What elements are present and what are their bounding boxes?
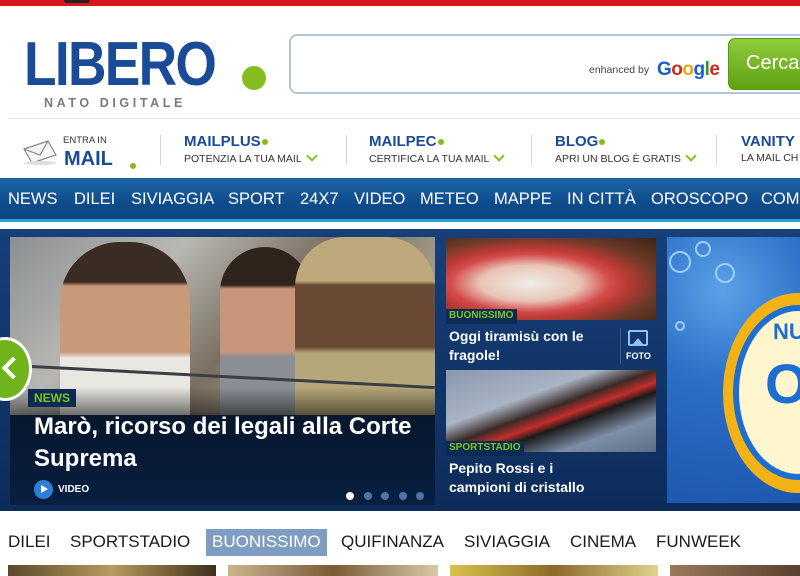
- advertisement-banner[interactable]: NU O: [667, 237, 800, 503]
- ad-bubble: [669, 251, 691, 273]
- main-nav: NEWS DILEI SIVIAGGIA SPORT 24X7 VIDEO ME…: [0, 178, 800, 222]
- story-category-tag[interactable]: NEWS: [28, 389, 76, 407]
- ad-bubble: [695, 241, 711, 257]
- thumbnail[interactable]: [670, 565, 800, 576]
- side-story-card[interactable]: BUONISSIMO Oggi tiramisù con le fragole!…: [446, 238, 656, 366]
- divider: [346, 135, 347, 165]
- logo-tagline: NATO DIGITALE: [44, 96, 186, 110]
- nav-item[interactable]: COM: [761, 190, 800, 209]
- nav-item[interactable]: DILEI: [74, 190, 115, 209]
- mail-big-label: MAIL: [64, 148, 113, 170]
- divider: [620, 328, 621, 364]
- chevron-down-icon: [685, 150, 697, 162]
- thumbnail-strip: [0, 565, 800, 576]
- category-tab[interactable]: SIVIAGGIA: [458, 529, 556, 556]
- search-box: enhanced by Google: [289, 34, 800, 94]
- service-mailpec[interactable]: MAILPEC CERTIFICA LA TUA MAIL: [369, 133, 506, 173]
- divider: [160, 135, 161, 165]
- nav-item[interactable]: VIDEO: [354, 190, 405, 209]
- nav-item[interactable]: SPORT: [228, 190, 285, 209]
- ad-bubble: [715, 263, 735, 283]
- thumbnail[interactable]: [8, 565, 216, 576]
- services-bar: ENTRA IN MAIL MAILPLUS POTENZIA LA TUA M…: [8, 118, 800, 178]
- top-bar-mark: [64, 0, 90, 3]
- ad-bubble: [675, 321, 685, 331]
- divider: [716, 135, 717, 165]
- photo-icon: [628, 330, 648, 346]
- tiramisu-image: [446, 238, 656, 320]
- carousel-dot[interactable]: [364, 492, 372, 500]
- thumbnail[interactable]: [450, 565, 658, 576]
- foto-label: FOTO: [626, 351, 651, 361]
- nav-item[interactable]: IN CITTÀ: [567, 190, 636, 209]
- envelope-icon: [23, 140, 57, 165]
- photo-gallery-link[interactable]: FOTO: [620, 328, 656, 364]
- service-blog[interactable]: BLOG APRI UN BLOG È GRATIS: [555, 133, 697, 173]
- card-category-tag: SPORTSTADIO: [446, 441, 525, 456]
- chevron-down-icon: [306, 150, 318, 162]
- main-headline[interactable]: Marò, ricorso dei legali alla Corte Supr…: [34, 411, 424, 475]
- nav-item[interactable]: 24X7: [300, 190, 339, 209]
- ad-letter: O: [765, 352, 800, 415]
- category-tab[interactable]: DILEI: [2, 529, 57, 556]
- card-category-tag: BUONISSIMO: [446, 309, 518, 324]
- nav-item[interactable]: METEO: [420, 190, 479, 209]
- carousel-dot[interactable]: [399, 492, 407, 500]
- ad-text: NU: [773, 319, 800, 344]
- hero-carousel: NEWS Marò, ricorso dei legali alla Corte…: [0, 229, 800, 511]
- enhanced-by-label: enhanced by: [589, 64, 650, 76]
- play-icon: [34, 480, 53, 499]
- carousel-dot[interactable]: [346, 492, 354, 500]
- mail-login[interactable]: ENTRA IN MAIL: [22, 129, 142, 173]
- service-mailplus[interactable]: MAILPLUS POTENZIA LA TUA MAIL: [184, 133, 318, 173]
- divider: [531, 135, 532, 165]
- side-story-card[interactable]: SPORTSTADIO Pepito Rossi e i campioni di…: [446, 370, 656, 502]
- category-tab[interactable]: SPORTSTADIO: [64, 529, 196, 556]
- category-tab-active[interactable]: BUONISSIMO: [206, 529, 327, 556]
- category-tab[interactable]: QUIFINANZA: [335, 529, 450, 556]
- carousel-dot[interactable]: [381, 492, 389, 500]
- thumbnail[interactable]: [228, 565, 438, 576]
- libero-logo[interactable]: LIBERO NATO DIGITALE: [24, 30, 274, 116]
- search-input[interactable]: [299, 42, 719, 66]
- logo-dot: [242, 66, 266, 90]
- logo-wordmark: LIBERO: [24, 30, 217, 99]
- mail-small-label: ENTRA IN: [63, 135, 107, 146]
- video-label: VIDEO: [58, 484, 90, 495]
- card-title: Pepito Rossi e i campioni di cristallo: [449, 460, 585, 495]
- category-tabs: DILEI SPORTSTADIO BUONISSIMO QUIFINANZA …: [0, 525, 800, 559]
- top-accent-bar: [0, 0, 800, 6]
- mail-dot: [130, 163, 136, 169]
- chevron-down-icon: [493, 150, 506, 162]
- service-vanity[interactable]: VANITY LA MAIL CH: [741, 133, 798, 173]
- nav-item[interactable]: NEWS: [8, 190, 58, 209]
- category-tab[interactable]: CINEMA: [564, 529, 642, 556]
- nav-item[interactable]: MAPPE: [494, 190, 552, 209]
- google-logo: Google: [657, 59, 720, 80]
- nav-item[interactable]: SIVIAGGIA: [131, 190, 214, 209]
- card-title: Oggi tiramisù con le fragole!: [449, 328, 584, 363]
- category-tab[interactable]: FUNWEEK: [650, 529, 747, 556]
- football-image: [446, 370, 656, 452]
- search-button[interactable]: Cerca: [728, 38, 800, 90]
- nav-item[interactable]: OROSCOPO: [651, 190, 748, 209]
- carousel-dot[interactable]: [416, 492, 424, 500]
